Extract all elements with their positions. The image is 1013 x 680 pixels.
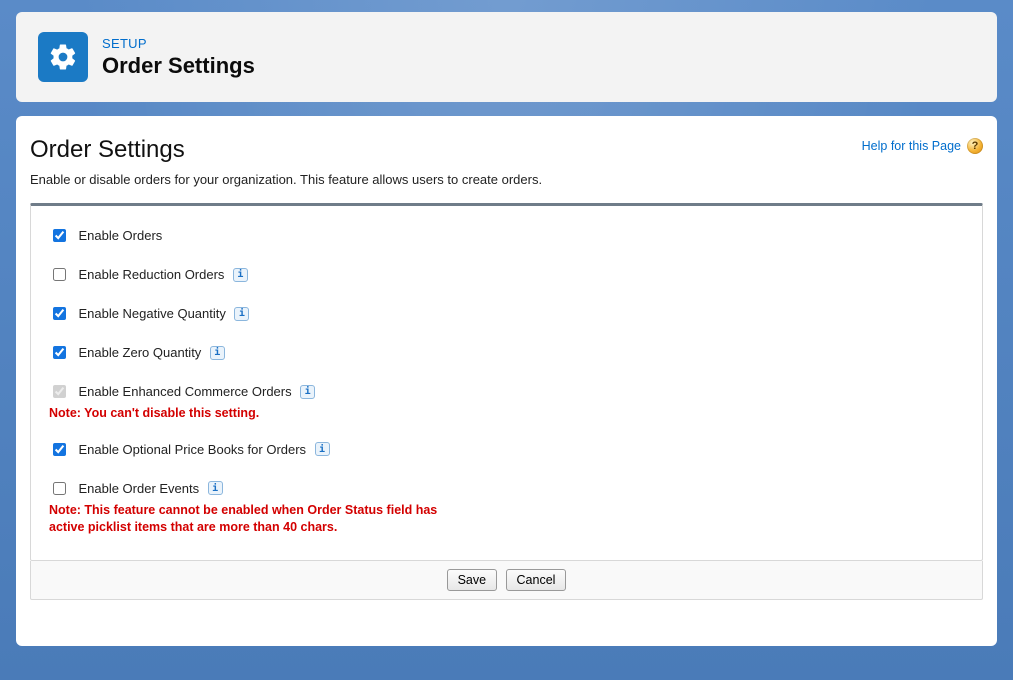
enable-enhanced-commerce-orders-label: Enable Enhanced Commerce Orders: [78, 384, 291, 399]
enable-optional-price-books-checkbox[interactable]: [53, 443, 66, 456]
help-icon: ?: [967, 138, 983, 154]
setup-header: SETUP Order Settings: [16, 12, 997, 102]
settings-block: Enable Orders Enable Reduction Orders i …: [30, 203, 983, 561]
enable-order-events-label: Enable Order Events: [78, 481, 199, 496]
breadcrumb: SETUP: [102, 36, 255, 51]
page-description: Enable or disable orders for your organi…: [30, 172, 983, 187]
page-title: Order Settings: [30, 136, 185, 164]
info-icon[interactable]: i: [234, 307, 249, 321]
save-button[interactable]: Save: [447, 569, 498, 591]
help-link-label: Help for this Page: [862, 139, 961, 153]
enable-negative-quantity-checkbox[interactable]: [53, 307, 66, 320]
enhanced-commerce-note: Note: You can't disable this setting.: [49, 405, 469, 422]
cancel-button[interactable]: Cancel: [506, 569, 567, 591]
enable-negative-quantity-label: Enable Negative Quantity: [78, 306, 225, 321]
enable-zero-quantity-label: Enable Zero Quantity: [78, 345, 201, 360]
info-icon[interactable]: i: [233, 268, 248, 282]
enable-orders-label: Enable Orders: [78, 228, 162, 243]
button-row: Save Cancel: [30, 561, 983, 600]
enable-reduction-orders-checkbox[interactable]: [53, 268, 66, 281]
gear-icon: [38, 32, 88, 82]
info-icon[interactable]: i: [315, 442, 330, 456]
enable-order-events-checkbox[interactable]: [53, 482, 66, 495]
help-link[interactable]: Help for this Page ?: [862, 138, 983, 154]
enable-enhanced-commerce-orders-checkbox[interactable]: [53, 385, 66, 398]
enable-orders-checkbox[interactable]: [53, 229, 66, 242]
order-events-note: Note: This feature cannot be enabled whe…: [49, 502, 469, 536]
enable-zero-quantity-checkbox[interactable]: [53, 346, 66, 359]
info-icon[interactable]: i: [208, 481, 223, 495]
info-icon[interactable]: i: [300, 385, 315, 399]
enable-optional-price-books-label: Enable Optional Price Books for Orders: [78, 442, 306, 457]
main-panel: Order Settings Help for this Page ? Enab…: [16, 116, 997, 646]
header-title: Order Settings: [102, 53, 255, 79]
info-icon[interactable]: i: [210, 346, 225, 360]
enable-reduction-orders-label: Enable Reduction Orders: [78, 267, 224, 282]
